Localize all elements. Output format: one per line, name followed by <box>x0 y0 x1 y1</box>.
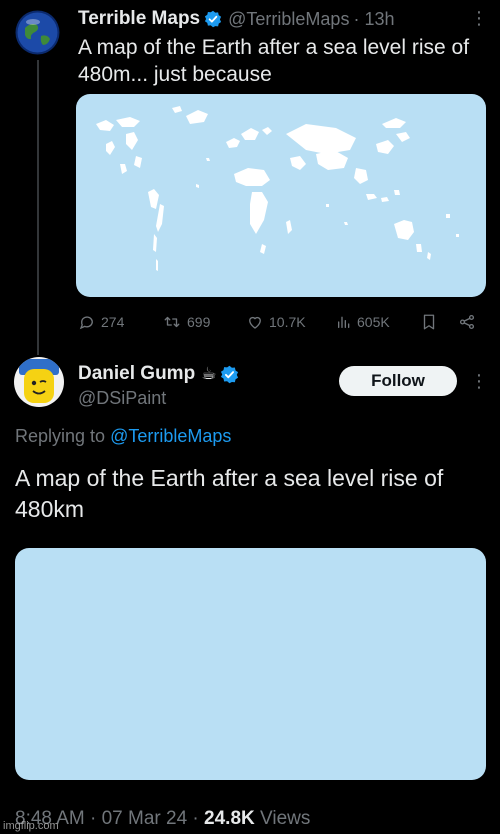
reply-author-name[interactable]: Daniel Gump <box>78 363 195 385</box>
retweet-icon <box>164 316 180 328</box>
author-handle[interactable]: @TerribleMaps <box>228 9 349 30</box>
like-count: 10.7K <box>269 314 306 330</box>
verified-badge-icon <box>205 10 222 28</box>
like-button[interactable]: 10.7K <box>246 313 336 331</box>
replying-to-label: Replying to <box>15 426 106 446</box>
retweet-count: 699 <box>187 314 211 330</box>
bookmark-button[interactable] <box>420 313 458 331</box>
reply-map-image[interactable] <box>15 548 486 780</box>
watermark: imgflip.com <box>3 820 59 832</box>
retweet-button[interactable]: 699 <box>162 313 246 331</box>
avatar-terrible-maps[interactable] <box>15 10 60 55</box>
reply-icon <box>79 316 93 330</box>
reply-count: 274 <box>101 314 125 330</box>
replying-to-handle[interactable]: @TerribleMaps <box>110 426 231 446</box>
reply-author-handle[interactable]: @DSiPaint <box>78 388 166 409</box>
reply-text: A map of the Earth after a sea level ris… <box>15 465 444 522</box>
more-options-icon[interactable]: ⋮ <box>470 8 488 29</box>
tweet-map-image[interactable] <box>76 94 486 297</box>
reply-views-label: Views <box>260 808 311 829</box>
reply-button[interactable]: 274 <box>78 313 162 331</box>
share-button[interactable] <box>458 313 478 331</box>
lego-figure-avatar <box>14 357 64 407</box>
world-map-islands <box>96 106 459 271</box>
replying-to-line: Replying to @TerribleMaps <box>15 426 231 447</box>
tweet-text: A map of the Earth after a sea level ris… <box>78 36 470 86</box>
avatar-daniel-gump[interactable] <box>14 357 64 407</box>
reply-views-count: 24.8K <box>204 808 255 829</box>
thread-line <box>37 60 39 355</box>
heart-icon <box>249 316 261 329</box>
views-count: 605K <box>357 314 390 330</box>
tweet-time[interactable]: · 13h <box>353 9 394 30</box>
share-icon <box>459 314 475 330</box>
views-icon <box>338 316 350 328</box>
more-options-icon[interactable]: ⋮ <box>470 371 488 392</box>
verified-badge-icon <box>221 365 239 383</box>
bookmark-icon <box>423 314 435 330</box>
reply-meta: 8:48 AM · 07 Mar 24 · 24.8K Views <box>15 808 310 830</box>
views-button[interactable]: 605K <box>336 314 420 330</box>
author-name[interactable]: Terrible Maps <box>78 8 200 30</box>
coffee-icon: ☕ <box>201 364 217 383</box>
globe-icon <box>15 10 60 55</box>
follow-button[interactable]: Follow <box>339 366 457 396</box>
tweet-action-bar: 274 699 10.7K 605K <box>78 308 480 336</box>
